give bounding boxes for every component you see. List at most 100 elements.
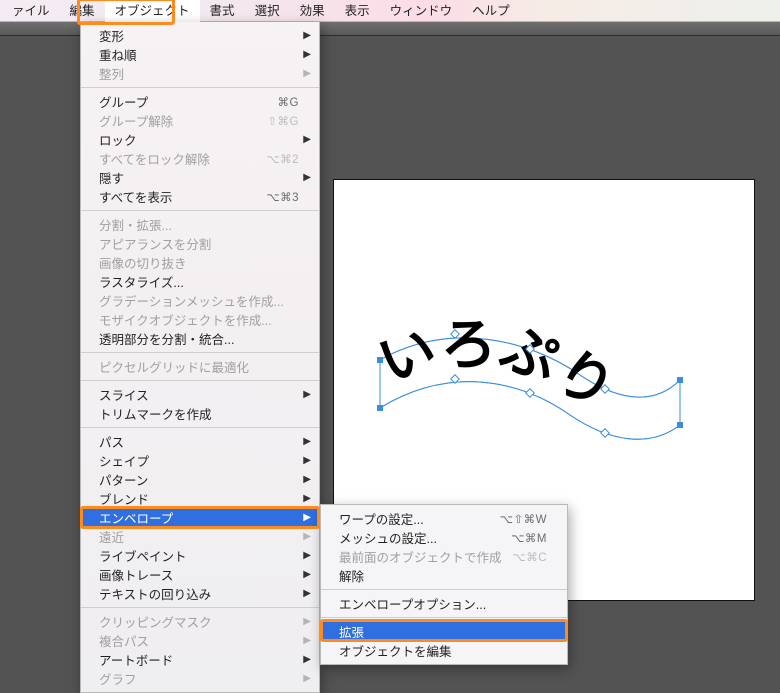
menu-item-label: パターン <box>99 470 299 489</box>
envelope-submenu-item[interactable]: 解除 <box>321 566 567 585</box>
menu-item-shortcut: ⌘G <box>278 95 299 109</box>
submenu-arrow-icon: ▶ <box>303 635 311 646</box>
envelope-submenu: ワープの設定... ⌥⇧⌘W メッシュの設定...⌥⌘M最前面のオブジェクトで作成 ⌥… <box>320 504 568 665</box>
submenu-arrow-icon: ▶ <box>303 673 311 684</box>
object-menu-item[interactable]: シェイプ ▶ <box>81 451 319 470</box>
menu-item-label: 複合パス <box>99 631 299 650</box>
menu-item-label: シェイプ <box>99 451 299 470</box>
canvas-text: いろぷり <box>370 313 626 422</box>
envelope-submenu-item[interactable]: オブジェクトを編集 <box>321 641 567 660</box>
object-menu-separator <box>81 607 319 608</box>
object-menu-item[interactable]: ブレンド ▶ <box>81 489 319 508</box>
menu-item-label: パス <box>99 432 299 451</box>
menu-item-label: 画像の切り抜き <box>99 253 299 272</box>
menu-item-label: モザイクオブジェクトを作成... <box>99 310 299 329</box>
menu-item-label: ワープの設定... <box>339 509 492 528</box>
object-menu-item[interactable]: 透明部分を分割・統合... <box>81 329 319 348</box>
submenu-arrow-icon: ▶ <box>303 455 311 466</box>
menu-item-label: エンベロープ <box>99 508 299 527</box>
submenu-arrow-icon: ▶ <box>303 172 311 183</box>
object-menu-item: 複合パス ▶ <box>81 631 319 650</box>
menu-select[interactable]: 選択 <box>245 0 290 22</box>
object-menu-dropdown: 変形▶重ね順▶整列▶グループ⌘Gグループ解除⇧⌘Gロック▶すべてをロック解除⌥⌘… <box>80 22 320 693</box>
object-menu-item[interactable]: スライス▶ <box>81 385 319 404</box>
object-menu-item[interactable]: 変形▶ <box>81 26 319 45</box>
menu-item-label: ピクセルグリッドに最適化 <box>99 357 299 376</box>
menu-item-shortcut: ⌥⇧⌘W <box>500 512 547 526</box>
object-menu-separator <box>81 210 319 211</box>
menu-item-label: ライブペイント <box>99 546 299 565</box>
object-menu-item: クリッピングマスク ▶ <box>81 612 319 631</box>
menu-item-shortcut: ⌥⌘M <box>511 531 547 545</box>
menu-item-label: クリッピングマスク <box>99 612 299 631</box>
envelope-submenu-item[interactable]: ワープの設定... ⌥⇧⌘W <box>321 509 567 528</box>
menu-item-label: スライス <box>99 385 299 404</box>
submenu-arrow-icon: ▶ <box>303 134 311 145</box>
menu-item-label: 透明部分を分割・統合... <box>99 329 299 348</box>
object-menu-item: ピクセルグリッドに最適化 <box>81 357 319 376</box>
menu-window[interactable]: ウィンドウ <box>380 0 463 22</box>
envelope-submenu-item[interactable]: メッシュの設定...⌥⌘M <box>321 528 567 547</box>
object-menu-item[interactable]: 画像トレース▶ <box>81 565 319 584</box>
submenu-arrow-icon: ▶ <box>303 588 311 599</box>
submenu-arrow-icon: ▶ <box>303 654 311 665</box>
menu-item-shortcut: ⌥⌘C <box>512 550 547 564</box>
menu-item-shortcut: ⌥⌘2 <box>266 152 299 166</box>
menu-item-label: 重ね順 <box>99 45 299 64</box>
submenu-arrow-icon: ▶ <box>303 616 311 627</box>
object-menu-item[interactable]: アートボード ▶ <box>81 650 319 669</box>
object-menu-item[interactable]: 隠す▶ <box>81 168 319 187</box>
menu-item-label: アートボード <box>99 650 299 669</box>
menu-type[interactable]: 書式 <box>200 0 245 22</box>
object-menu-item[interactable]: パス▶ <box>81 432 319 451</box>
object-menu-item[interactable]: パターン▶ <box>81 470 319 489</box>
menu-item-label: すべてをロック解除 <box>99 149 258 168</box>
object-menu-item[interactable]: テキストの回り込み▶ <box>81 584 319 603</box>
menu-item-label: 分割・拡張... <box>99 215 299 234</box>
object-menu-item: アピアランスを分割 <box>81 234 319 253</box>
object-menu-separator <box>81 380 319 381</box>
object-menu-item[interactable]: ライブペイント▶ <box>81 546 319 565</box>
menu-edit[interactable]: 編集 <box>60 0 105 22</box>
submenu-arrow-icon: ▶ <box>303 493 311 504</box>
menu-object[interactable]: オブジェクト <box>105 0 200 22</box>
menu-item-label: アピアランスを分割 <box>99 234 299 253</box>
object-menu-item[interactable]: エンベロープ ▶ <box>81 508 319 527</box>
envelope-submenu-item: 最前面のオブジェクトで作成 ⌥⌘C <box>321 547 567 566</box>
object-menu-item: 分割・拡張... <box>81 215 319 234</box>
menu-item-label: ブレンド <box>99 489 299 508</box>
menu-item-label: グラフ <box>99 669 299 688</box>
object-menu-item[interactable]: 重ね順▶ <box>81 45 319 64</box>
menu-item-label: すべてを表示 <box>99 187 258 206</box>
envelope-submenu-separator <box>321 589 567 590</box>
object-menu-item[interactable]: ラスタライズ... <box>81 272 319 291</box>
menu-item-label: オブジェクトを編集 <box>339 641 547 660</box>
menu-item-label: 遠近 <box>99 527 299 546</box>
menu-item-label: 解除 <box>339 566 547 585</box>
object-menu-item: グラデーションメッシュを作成... <box>81 291 319 310</box>
envelope-submenu-item[interactable]: 拡張 <box>321 622 567 641</box>
menu-help[interactable]: ヘルプ <box>462 0 520 22</box>
envelope-object[interactable]: いろぷり <box>380 330 680 450</box>
menu-item-label: ラスタライズ... <box>99 272 299 291</box>
object-menu-item[interactable]: すべてを表示⌥⌘3 <box>81 187 319 206</box>
submenu-arrow-icon: ▶ <box>303 512 311 523</box>
object-menu-item[interactable]: グループ⌘G <box>81 92 319 111</box>
envelope-submenu-item[interactable]: エンベロープオプション... <box>321 594 567 613</box>
submenu-arrow-icon: ▶ <box>303 30 311 41</box>
object-menu-item[interactable]: トリムマークを作成 <box>81 404 319 423</box>
submenu-arrow-icon: ▶ <box>303 68 311 79</box>
menu-item-label: エンベロープオプション... <box>339 594 547 613</box>
menu-item-label: 最前面のオブジェクトで作成 <box>339 547 504 566</box>
menu-view[interactable]: 表示 <box>335 0 380 22</box>
menu-item-label: 画像トレース <box>99 565 299 584</box>
menu-file[interactable]: ァイル <box>2 0 60 22</box>
object-menu-item: モザイクオブジェクトを作成... <box>81 310 319 329</box>
menu-effect[interactable]: 効果 <box>290 0 335 22</box>
object-menu-item[interactable]: ロック▶ <box>81 130 319 149</box>
menubar: ァイル 編集 オブジェクト 書式 選択 効果 表示 ウィンドウ ヘルプ <box>0 0 780 22</box>
object-menu-separator <box>81 87 319 88</box>
object-menu-item: 整列▶ <box>81 64 319 83</box>
menu-item-label: グループ解除 <box>99 111 259 130</box>
object-menu-item: グループ解除⇧⌘G <box>81 111 319 130</box>
